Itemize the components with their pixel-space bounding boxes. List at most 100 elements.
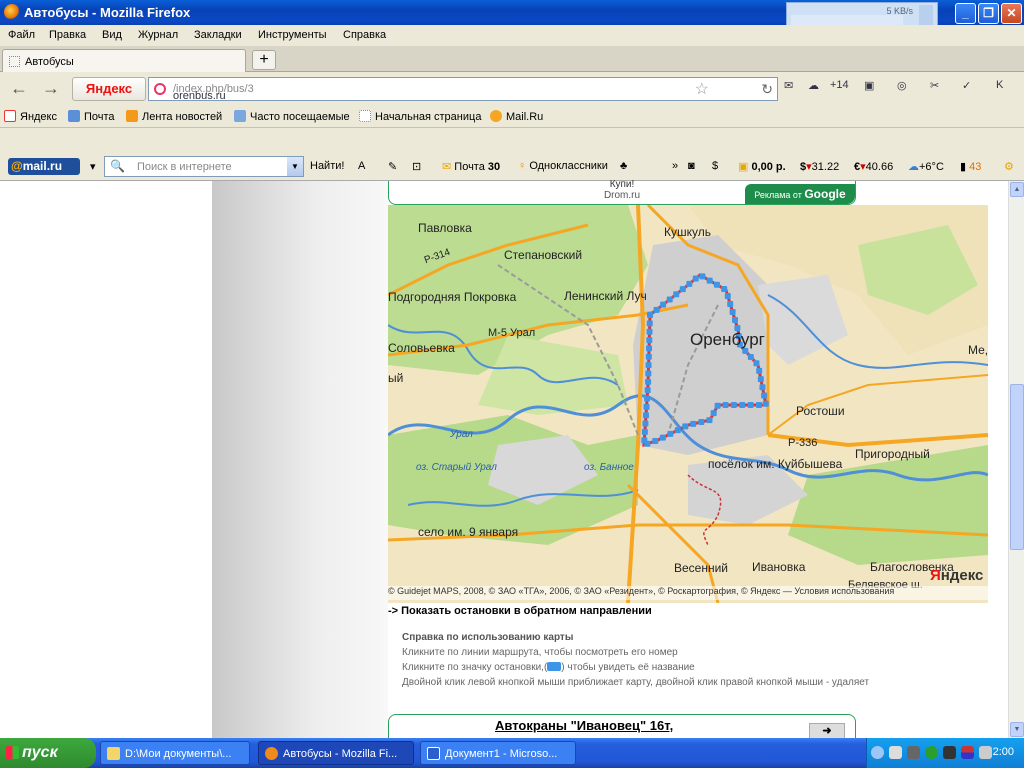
bus-stop-marker[interactable] [660,301,667,308]
bus-stop-marker[interactable] [646,328,653,335]
menu-bookmarks[interactable]: Закладки [194,29,242,41]
settings-gear-icon[interactable]: ⚙ [1004,160,1014,173]
toolbar-ext5-icon[interactable]: K [996,79,1003,91]
mail-counter[interactable]: ✉ Почта 30 [442,160,500,173]
bus-stop-marker[interactable] [747,354,754,361]
weather-widget[interactable]: ☁+6°C [908,160,944,173]
bus-stop-marker[interactable] [682,423,689,430]
url-bar[interactable]: orenbus.ru/index.php/bus/3 ☆ ↻ [148,77,778,102]
bookmark-star-icon[interactable]: ☆ [695,79,709,99]
bus-stop-marker[interactable] [667,430,674,437]
bus-stop-marker[interactable] [692,275,699,282]
tray-volume-icon[interactable] [907,746,920,759]
bus-stop-marker[interactable] [730,402,737,408]
games-icon[interactable]: ♣ [620,160,627,172]
bus-stop-marker[interactable] [645,362,652,369]
reload-icon[interactable]: ↻ [761,81,773,98]
wallet-balance[interactable]: ▣ 0,00 р. [738,160,786,173]
bus-stop-marker[interactable] [747,402,754,408]
search-input[interactable]: 🔍 Поиск в интернете ▼ [104,156,304,177]
bus-stop-marker[interactable] [690,420,697,427]
bus-stop-marker[interactable] [645,378,652,385]
bookmark-yandex[interactable]: Яндекс [4,110,57,123]
bus-stop-marker[interactable] [646,345,653,352]
minimize-button[interactable]: _ [955,3,976,24]
page-search-icon[interactable]: ⊡ [412,160,421,173]
bus-stop-marker[interactable] [674,427,681,434]
bus-stop-marker[interactable] [645,370,652,377]
menu-tools[interactable]: Инструменты [258,29,327,41]
bus-stop-marker[interactable] [739,402,746,408]
tray-device-icon[interactable] [979,746,992,759]
bus-stop-marker[interactable] [679,286,686,293]
bus-stop-marker[interactable] [643,403,650,410]
weather-icon[interactable]: ☁ [808,79,819,92]
bus-stop-marker[interactable] [647,312,653,318]
task-firefox[interactable]: Автобусы - Mozilla Fi... [258,741,414,765]
bus-stop-marker[interactable] [706,417,713,424]
bookmark-news[interactable]: Лента новостей [126,110,222,123]
bookmark-frequent[interactable]: Часто посещаемые [234,110,350,123]
toolbar-ext1-icon[interactable]: ▣ [864,79,874,92]
bus-stop-marker[interactable] [645,353,652,360]
dollar-bag-icon[interactable]: $ [712,160,718,172]
bus-stop-marker[interactable] [659,434,666,441]
yandex-button[interactable]: Яндекс [72,77,146,101]
highlight-icon[interactable]: ✎ [388,160,397,173]
bus-stop-marker[interactable] [759,384,766,391]
bus-stop-marker[interactable] [756,367,763,374]
bus-stop-marker[interactable] [713,281,720,288]
bus-stop-marker[interactable] [753,360,760,367]
bus-stop-marker[interactable] [729,308,736,315]
bookmark-mailru[interactable]: Mail.Ru [490,110,543,123]
toolbar-ext2-icon[interactable]: ◎ [897,79,907,92]
bus-stop-marker[interactable] [762,400,769,407]
traffic-widget[interactable]: ▮ 43 [960,160,981,173]
task-word[interactable]: Документ1 - Microso... [420,741,576,765]
mailru-menu-icon[interactable]: ▾ [90,160,96,173]
bus-stop-marker[interactable] [644,387,651,394]
odnoklassniki-link[interactable]: ♀ Одноклассники [518,160,608,172]
mail-icon[interactable]: ✉ [784,79,793,92]
bus-stop-marker[interactable] [698,418,705,425]
menu-file[interactable]: Файл [8,29,35,41]
menu-help[interactable]: Справка [343,29,386,41]
menu-view[interactable]: Вид [102,29,122,41]
tray-agent-icon[interactable] [925,746,938,759]
vertical-scrollbar[interactable]: ▲ ▼ [1008,181,1024,738]
tray-security-icon[interactable] [943,746,956,759]
maximize-button[interactable]: ❐ [978,3,999,24]
bus-stop-marker[interactable] [761,392,768,399]
bus-stop-marker[interactable] [721,285,728,292]
bus-stop-marker[interactable] [699,273,706,280]
font-size-icon[interactable]: A [358,160,365,172]
map-canvas[interactable] [388,205,988,603]
show-reverse-stops-link[interactable]: -> Показать остановки в обратном направл… [388,605,652,617]
forward-button[interactable]: → [42,78,60,99]
bus-stop-marker[interactable] [641,428,648,435]
bus-stop-marker[interactable] [642,420,649,427]
ad-banner-top[interactable]: Купи! Drom.ru Реклама от Google [388,179,856,205]
task-explorer[interactable]: D:\Мои документы\... [100,741,250,765]
eur-rate[interactable]: €▾40.66 [854,160,893,173]
clock[interactable]: 2:00 [993,746,1014,758]
search-dropdown-icon[interactable]: ▼ [287,157,303,176]
bus-stop-marker[interactable] [646,320,653,327]
bus-stop-marker[interactable] [673,291,680,298]
bus-stop-marker[interactable] [652,437,659,444]
tab-buses[interactable]: Автобусы [2,49,246,72]
bus-stop-marker[interactable] [641,437,648,444]
toolbar-ext4-icon[interactable]: ✓ [962,79,971,92]
google-ads-badge[interactable]: Реклама от Google [745,184,855,204]
toolbar-ext3-icon[interactable]: ✂ [930,79,939,92]
bus-stop-marker[interactable] [722,402,729,408]
scroll-thumb[interactable] [1010,384,1024,550]
route-map[interactable]: Павловка Кушкуль Степановский Подгородня… [388,205,988,603]
bus-stop-marker[interactable] [646,337,653,344]
bus-stop-marker[interactable] [732,316,738,323]
bus-stop-marker[interactable] [706,277,713,284]
agent-icon[interactable]: ◙ [688,160,695,172]
bus-stop-marker[interactable] [724,292,731,299]
weather-delta[interactable]: +14 [830,79,849,91]
scroll-up-icon[interactable]: ▲ [1010,182,1024,197]
